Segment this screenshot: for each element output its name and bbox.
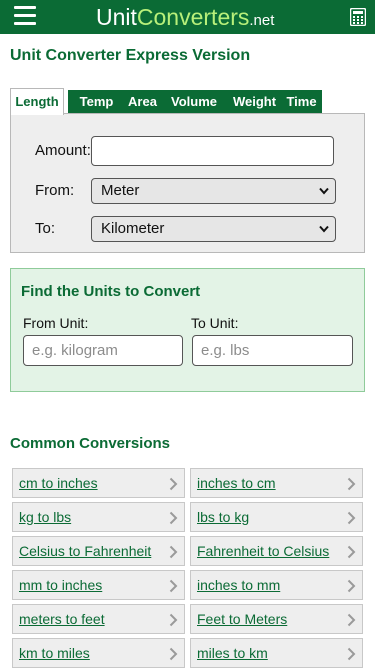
conversion-link-label: Fahrenheit to Celsius	[197, 543, 330, 559]
chevron-right-icon	[169, 579, 178, 593]
common-conversions-title: Common Conversions	[10, 435, 171, 452]
chevron-down-icon	[319, 187, 329, 195]
from-unit-select[interactable]: Meter	[91, 178, 336, 204]
conversion-link-label: km to miles	[19, 645, 90, 661]
site-logo[interactable]: UnitConverters.net	[96, 3, 274, 31]
conversion-link-celsius-to-fahrenheit[interactable]: Celsius to Fahrenheit	[12, 536, 185, 566]
to-unit-search-input[interactable]	[192, 335, 353, 366]
conversion-link-fahrenheit-to-celsius[interactable]: Fahrenheit to Celsius	[190, 536, 363, 566]
amount-label: Amount:	[35, 142, 91, 159]
conversion-link-label: Feet to Meters	[197, 611, 288, 627]
tab-volume[interactable]: Volume	[161, 90, 227, 114]
chevron-right-icon	[169, 545, 178, 559]
chevron-right-icon	[347, 647, 356, 661]
chevron-right-icon	[347, 613, 356, 627]
conversion-link-label: cm to inches	[19, 475, 98, 491]
conversion-link-label: meters to feet	[19, 611, 105, 627]
chevron-right-icon	[347, 511, 356, 525]
app-header: UnitConverters.net	[0, 0, 375, 34]
chevron-right-icon	[347, 477, 356, 491]
tab-temp[interactable]: Temp	[68, 90, 125, 114]
logo-text-converters: Converters	[136, 4, 250, 30]
tab-length[interactable]: Length	[10, 88, 64, 115]
tab-weight[interactable]: Weight	[222, 90, 287, 114]
conversion-link-km-to-miles[interactable]: km to miles	[12, 638, 185, 668]
conversion-link-kg-to-lbs[interactable]: kg to lbs	[12, 502, 185, 532]
chevron-right-icon	[347, 579, 356, 593]
conversion-link-lbs-to-kg[interactable]: lbs to kg	[190, 502, 363, 532]
to-unit-select[interactable]: Kilometer	[91, 216, 336, 242]
conversion-link-mm-to-inches[interactable]: mm to inches	[12, 570, 185, 600]
chevron-right-icon	[347, 545, 356, 559]
hamburger-menu-icon[interactable]	[14, 6, 36, 25]
from-unit-value: Meter	[101, 182, 140, 199]
from-label: From:	[35, 182, 75, 199]
from-unit-search-input[interactable]	[23, 335, 183, 366]
to-unit-value: Kilometer	[101, 220, 165, 237]
chevron-right-icon	[169, 477, 178, 491]
chevron-down-icon	[319, 225, 329, 233]
conversion-link-meters-to-feet[interactable]: meters to feet	[12, 604, 185, 634]
conversion-link-inches-to-mm[interactable]: inches to mm	[190, 570, 363, 600]
conversion-link-label: lbs to kg	[197, 509, 250, 525]
to-label: To:	[35, 220, 56, 237]
logo-text-unit: Unit	[96, 4, 137, 30]
chevron-right-icon	[169, 647, 178, 661]
tab-time[interactable]: Time	[281, 90, 322, 114]
conversion-link-miles-to-km[interactable]: miles to km	[190, 638, 363, 668]
chevron-right-icon	[169, 511, 178, 525]
conversion-link-label: mm to inches	[19, 577, 103, 593]
chevron-right-icon	[169, 613, 178, 627]
conversion-link-inches-to-cm[interactable]: inches to cm	[190, 468, 363, 498]
conversion-link-feet-to-meters[interactable]: Feet to Meters	[190, 604, 363, 634]
find-units-title: Find the Units to Convert	[21, 283, 201, 300]
to-unit-label: To Unit:	[191, 315, 239, 331]
conversion-link-cm-to-inches[interactable]: cm to inches	[12, 468, 185, 498]
calculator-icon[interactable]	[349, 7, 367, 27]
find-units-box: Find the Units to Convert From Unit: To …	[10, 268, 365, 392]
from-unit-label: From Unit:	[23, 315, 89, 331]
conversion-link-label: inches to mm	[197, 577, 281, 593]
page-title: Unit Converter Express Version	[10, 47, 251, 64]
amount-input[interactable]	[91, 136, 334, 166]
conversion-link-label: miles to km	[197, 645, 268, 661]
logo-text-net: .net	[249, 12, 275, 29]
conversion-link-label: inches to cm	[197, 475, 276, 491]
tab-area[interactable]: Area	[119, 90, 166, 114]
converter-panel: Amount: From: Meter To: Kilometer	[10, 113, 365, 253]
conversion-link-label: Celsius to Fahrenheit	[19, 543, 152, 559]
conversion-link-label: kg to lbs	[19, 509, 72, 525]
